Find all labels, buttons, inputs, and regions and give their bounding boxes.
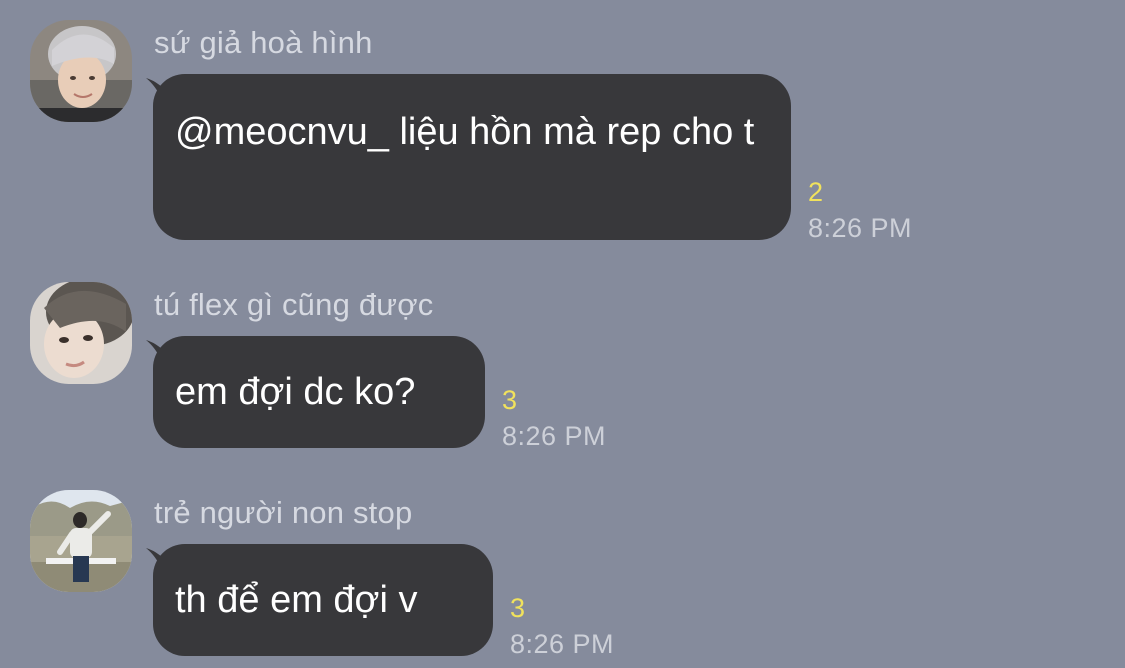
sender-avatar[interactable] [30,490,132,592]
profile-photo-icon [30,490,132,592]
profile-photo-icon [30,282,132,384]
message-bubble[interactable]: th để em đợi v [153,544,493,656]
unread-count: 2 [808,177,824,207]
sender-avatar[interactable] [30,282,132,384]
message-text: th để em đợi v [175,579,418,621]
sender-avatar[interactable] [30,20,132,122]
unread-count: 3 [510,593,526,623]
message-time: 8:26 PM [510,629,615,659]
message-bubble[interactable]: @meocnvu_ liệu hồn mà rep cho t [153,74,791,240]
message-text: @meocnvu_ liệu hồn mà rep cho t [175,111,755,153]
message-bubble[interactable]: em đợi dc ko? [153,336,485,448]
profile-photo-icon [30,20,132,122]
message-time: 8:26 PM [808,213,913,243]
sender-name: sứ giả hoà hình [154,25,373,60]
sender-name: tú flex gì cũng được [154,287,434,322]
message-text: em đợi dc ko? [175,371,416,413]
sender-name: trẻ người non stop [154,495,413,530]
unread-count: 3 [502,385,518,415]
message-time: 8:26 PM [502,421,607,451]
